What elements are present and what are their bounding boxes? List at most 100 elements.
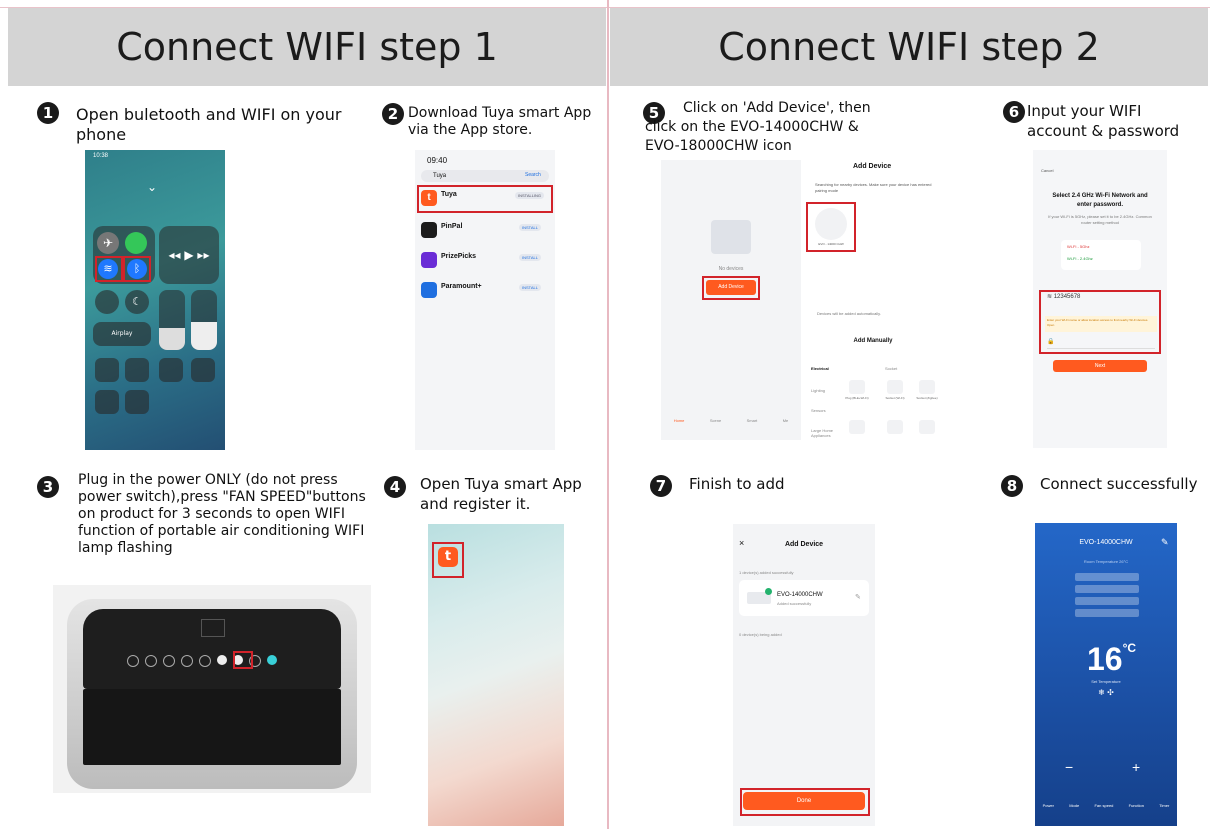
app-name-tuya: Tuya bbox=[441, 191, 457, 198]
app-row-pinpal[interactable]: PinPal INSTALL bbox=[419, 220, 549, 244]
chevron-down-icon: ⌄ bbox=[147, 180, 158, 194]
install-button-pinpal[interactable]: INSTALL bbox=[519, 224, 541, 231]
plug-icon-3[interactable] bbox=[919, 380, 935, 394]
temperature-unit: °C bbox=[1122, 641, 1137, 655]
install-button-paramount[interactable]: INSTALL bbox=[519, 284, 541, 291]
nav-timer[interactable]: Timer bbox=[1159, 803, 1169, 808]
device-status: Added successfully bbox=[777, 601, 812, 606]
step-2-number: 2 bbox=[382, 103, 404, 125]
done-button[interactable]: Done bbox=[743, 792, 865, 810]
edit-pencil-icon[interactable]: ✎ bbox=[1161, 537, 1169, 548]
app-row-tuya[interactable]: t Tuya INSTALLING bbox=[419, 188, 549, 212]
screen-record-icon[interactable] bbox=[95, 390, 119, 414]
brightness-slider[interactable] bbox=[159, 290, 185, 350]
prizepicks-app-icon bbox=[421, 252, 437, 268]
airplay-button[interactable]: Airplay bbox=[93, 322, 151, 346]
plug-icon-2[interactable] bbox=[887, 380, 903, 394]
category-lighting[interactable]: Lighting bbox=[811, 388, 825, 393]
phone-home-screenshot: t bbox=[428, 524, 564, 826]
nav-fan-speed[interactable]: Fan speed bbox=[1094, 803, 1113, 808]
panel-buttons bbox=[127, 655, 317, 667]
location-warning: Enter your Wi-Fi name or allow location … bbox=[1045, 316, 1157, 332]
add-device-button[interactable]: Add Device bbox=[706, 280, 756, 295]
camera-icon[interactable] bbox=[191, 358, 215, 382]
plug-icon-4[interactable] bbox=[849, 420, 865, 434]
app-name-pinpal: PinPal bbox=[441, 223, 463, 230]
category-electrical[interactable]: Electrical bbox=[811, 366, 829, 371]
nav-mode[interactable]: Mode bbox=[1069, 803, 1079, 808]
ssid-value: 12345678 bbox=[1053, 294, 1081, 300]
search-button[interactable]: Search bbox=[525, 172, 541, 178]
installing-badge[interactable]: INSTALLING bbox=[515, 192, 545, 199]
nav-home[interactable]: Home bbox=[674, 418, 685, 423]
category-large-appliances[interactable]: Large Home Appliances bbox=[811, 428, 841, 438]
plug-icon-5[interactable] bbox=[887, 420, 903, 434]
room-temp: Room Temperature 26°C bbox=[1083, 559, 1129, 564]
header-step-2: Connect WIFI step 2 bbox=[610, 8, 1208, 86]
step-3-text: Plug in the power ONLY (do not press pow… bbox=[78, 472, 366, 556]
cancel-button[interactable]: Cancel bbox=[1041, 168, 1053, 173]
wifi-icon[interactable]: ≋ bbox=[98, 259, 118, 279]
bluetooth-icon[interactable]: ᛒ bbox=[127, 259, 147, 279]
step-4-text: Open Tuya smart App and register it. bbox=[420, 475, 582, 513]
cellular-icon[interactable] bbox=[125, 232, 147, 254]
wifi-icon: ≋ bbox=[1047, 294, 1054, 300]
wifi-title: Select 2.4 GHz Wi-Fi Network and enter p… bbox=[1052, 193, 1148, 208]
media-controls[interactable]: ◂◂ ▶ ▸▸ bbox=[159, 226, 219, 284]
app-name-prizepicks: PrizePicks bbox=[441, 253, 477, 260]
qr-scanner-icon[interactable] bbox=[125, 390, 149, 414]
category-sensors[interactable]: Sensors bbox=[811, 408, 826, 413]
install-button-prizepicks[interactable]: INSTALL bbox=[519, 254, 541, 261]
device-icon-label: EVO - 14000 CHW bbox=[818, 242, 844, 246]
step-5-text: Click on 'Add Device', then click on the… bbox=[645, 100, 871, 154]
step-6-number: 6 bbox=[1003, 101, 1025, 123]
tuya-app-launch-icon[interactable]: t bbox=[438, 547, 458, 567]
nav-smart[interactable]: Smart bbox=[747, 418, 758, 423]
step-2-text: Download Tuya smart App via the App stor… bbox=[408, 105, 592, 138]
appstore-screenshot: 09:40 Tuya Search t Tuya INSTALLING PinP… bbox=[415, 150, 555, 450]
temperature-value: 16 bbox=[1087, 641, 1123, 677]
plug-icon-1[interactable] bbox=[849, 380, 865, 394]
being-added-text: 0 device(s) being added bbox=[739, 632, 782, 637]
airplay-label: Airplay bbox=[111, 330, 133, 337]
rotation-lock-icon[interactable] bbox=[95, 290, 119, 314]
airplane-icon[interactable]: ✈ bbox=[97, 232, 119, 254]
volume-slider[interactable] bbox=[191, 290, 217, 350]
device-name: EVO-14000CHW bbox=[777, 592, 823, 598]
app-row-prizepicks[interactable]: PrizePicks INSTALL bbox=[419, 250, 549, 274]
network-24ghz[interactable]: Wi-Fi - 2.4Ghz bbox=[1067, 256, 1093, 261]
empty-box-icon bbox=[711, 220, 751, 254]
plug-icon-6[interactable] bbox=[919, 420, 935, 434]
header-step-1: Connect WIFI step 1 bbox=[8, 8, 606, 86]
added-device-card[interactable]: EVO-14000CHW Added successfully ✎ bbox=[739, 580, 869, 616]
flashlight-icon[interactable] bbox=[95, 358, 119, 382]
timer-icon[interactable] bbox=[125, 358, 149, 382]
pinpal-app-icon bbox=[421, 222, 437, 238]
header-step-1-text: Connect WIFI step 1 bbox=[116, 25, 498, 69]
step-8-text: Connect successfully bbox=[1040, 475, 1198, 493]
step-7-number: 7 bbox=[650, 475, 672, 497]
step-8-number: 8 bbox=[1001, 475, 1023, 497]
nav-scene[interactable]: Scene bbox=[710, 418, 721, 423]
step-1-number: 1 bbox=[37, 102, 59, 124]
device-icon[interactable] bbox=[815, 208, 847, 240]
next-button[interactable]: Next bbox=[1053, 360, 1147, 372]
nav-function[interactable]: Function bbox=[1129, 803, 1144, 808]
app-row-paramount[interactable]: Paramount+ INSTALL bbox=[419, 280, 549, 304]
do-not-disturb-icon[interactable]: ☾ bbox=[125, 290, 149, 314]
password-field[interactable]: 🔒 bbox=[1047, 338, 1155, 349]
nav-me[interactable]: Me bbox=[783, 418, 789, 423]
add-device-screenshot: Add Device Searching for nearby devices.… bbox=[803, 160, 943, 440]
socket-subheading: Socket bbox=[885, 366, 898, 371]
ssid-field[interactable]: ≋ 12345678 bbox=[1047, 293, 1080, 300]
increase-temp-button[interactable]: + bbox=[1132, 759, 1140, 775]
decrease-temp-button[interactable]: − bbox=[1065, 759, 1073, 775]
snowflake-fan-icon: ❄ ✣ bbox=[1098, 688, 1114, 697]
calculator-icon[interactable] bbox=[159, 358, 183, 382]
edit-icon[interactable]: ✎ bbox=[855, 593, 861, 601]
finish-screenshot: × Add Device 1 device(s) added successfu… bbox=[733, 524, 875, 826]
network-5ghz[interactable]: Wi-Fi - 5Ghz bbox=[1067, 244, 1089, 249]
tuya-home-screenshot: No devices Add Device Home Scene Smart M… bbox=[661, 160, 801, 440]
control-panel bbox=[83, 609, 341, 689]
nav-power[interactable]: Power bbox=[1043, 803, 1054, 808]
